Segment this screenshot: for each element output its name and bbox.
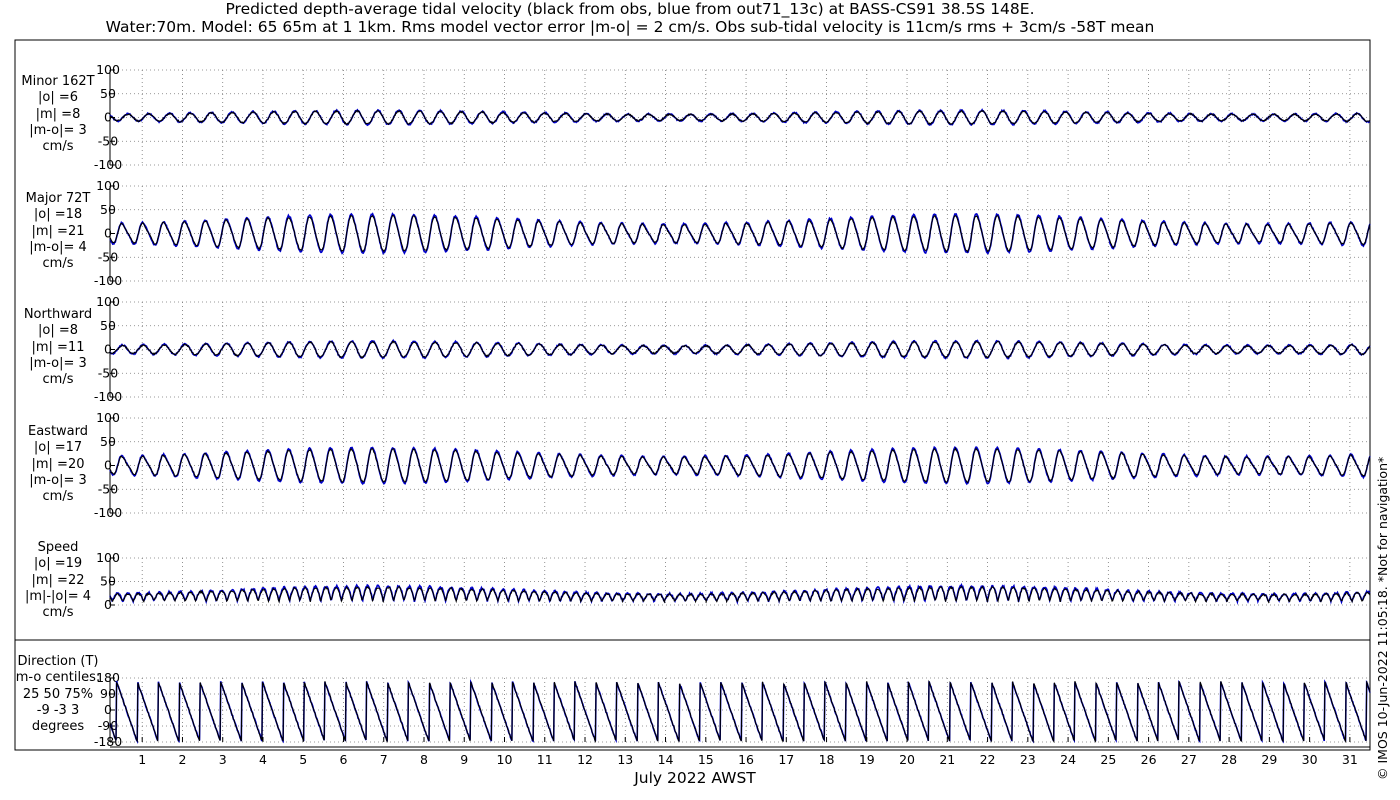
panel-speed: 100500	[96, 550, 1371, 612]
y-tick-label-minor: -100	[94, 157, 122, 172]
x-tick-label: 30	[1302, 752, 1318, 767]
panel-minor: 100500-50-100	[94, 62, 1371, 172]
tidal-velocity-chart: 100500-50-100100500-50-100100500-50-1001…	[14, 39, 1371, 767]
x-tick-label: 6	[340, 752, 348, 767]
x-tick-label: 12	[577, 752, 593, 767]
panel-label-northward: Northward |o| =8 |m| =11 |m-o|= 3 cm/s	[23, 307, 93, 388]
panel-label-eastward: Eastward |o| =17 |m| =20 |m-o|= 3 cm/s	[27, 424, 89, 505]
y-tick-label-northward: -100	[94, 389, 122, 404]
x-tick-label: 7	[380, 752, 388, 767]
y-tick-label-eastward: -100	[94, 505, 122, 520]
upper-frame	[14, 39, 1371, 641]
x-tick-label: 1	[138, 752, 146, 767]
panel-eastward: 100500-50-100	[94, 410, 1371, 520]
x-tick-label: 24	[1060, 752, 1076, 767]
x-tick-label: 17	[778, 752, 794, 767]
x-tick-label: 13	[617, 752, 633, 767]
panel-label-minor: Minor 162T |o| =6 |m| =8 |m-o|= 3 cm/s	[21, 74, 95, 155]
x-tick-label: 5	[299, 752, 307, 767]
x-tick-label: 29	[1261, 752, 1277, 767]
x-axis-label: July 2022 AWST	[634, 769, 756, 787]
panel-label-speed: Speed |o| =19 |m| =22 |m|-|o|= 4 cm/s	[24, 540, 92, 621]
x-tick-label: 15	[698, 752, 714, 767]
x-tick-label: 27	[1181, 752, 1197, 767]
x-tick-label: 19	[859, 752, 875, 767]
x-tick-label: 4	[259, 752, 267, 767]
x-tick-label: 3	[219, 752, 227, 767]
x-tick-label: 23	[1020, 752, 1036, 767]
x-tick-label: 2	[178, 752, 186, 767]
y-tick-label-eastward: 100	[96, 410, 120, 425]
x-tick-label: 31	[1342, 752, 1358, 767]
x-tick-label: 26	[1141, 752, 1157, 767]
panel-direction: 180900-90-180	[94, 670, 1371, 749]
series-line-obs-direction	[109, 679, 1371, 744]
y-tick-label-major: -100	[94, 273, 122, 288]
x-tick-label: 8	[420, 752, 428, 767]
panel-major: 100500-50-100	[94, 178, 1371, 288]
x-tick-label: 14	[658, 752, 674, 767]
panel-label-direction: Direction (T) m-o centiles: 25 50 75% -9 -3…	[15, 654, 101, 735]
x-tick-label: 28	[1221, 752, 1237, 767]
credit-notice: © IMOS 10-Jun-2022 11:05:18. *Not for na…	[1375, 456, 1390, 780]
x-tick-label: 9	[460, 752, 468, 767]
x-tick-label: 25	[1100, 752, 1116, 767]
series-line-model-direction	[109, 678, 1371, 745]
x-tick-label: 11	[537, 752, 553, 767]
x-tick-label: 22	[980, 752, 996, 767]
x-tick-label: 20	[899, 752, 915, 767]
panel-northward: 100500-50-100	[94, 294, 1371, 404]
x-tick-label: 10	[497, 752, 513, 767]
x-tick-label: 18	[819, 752, 835, 767]
x-tick-label: 21	[939, 752, 955, 767]
x-tick-label: 16	[738, 752, 754, 767]
panel-label-major: Major 72T |o| =18 |m| =21 |m-o|= 4 cm/s	[25, 191, 91, 272]
